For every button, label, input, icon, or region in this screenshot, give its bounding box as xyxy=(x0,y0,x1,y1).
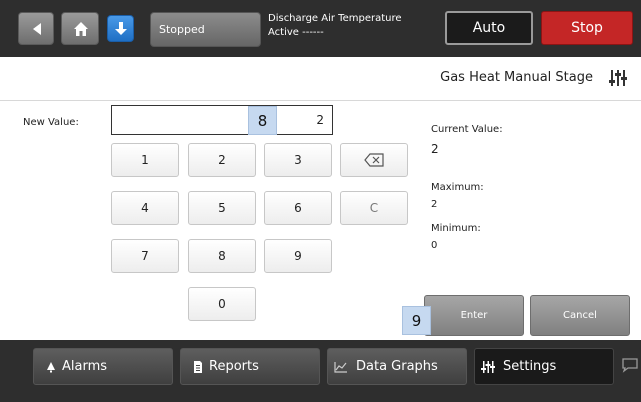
key-0[interactable]: 0 xyxy=(188,287,256,321)
maximum-value: 2 xyxy=(431,199,438,210)
key-8[interactable]: 8 xyxy=(188,239,256,273)
current-value: 2 xyxy=(431,142,439,156)
auto-button[interactable]: Auto xyxy=(445,11,533,45)
document-icon xyxy=(194,361,202,373)
enter-button[interactable]: Enter xyxy=(424,295,524,336)
key-9[interactable]: 9 xyxy=(264,239,332,273)
point-state: Active ------ xyxy=(268,27,324,38)
page-title: Gas Heat Manual Stage xyxy=(440,70,593,85)
new-value-input[interactable]: 2 xyxy=(111,105,333,135)
point-name: Discharge Air Temperature xyxy=(268,13,402,24)
top-bar: Stopped Discharge Air Temperature Active… xyxy=(0,0,641,57)
current-value-label: Current Value: xyxy=(431,124,503,135)
point-info: Discharge Air Temperature Active ------ xyxy=(268,12,402,40)
title-row: Gas Heat Manual Stage xyxy=(0,57,641,101)
key-7[interactable]: 7 xyxy=(111,239,179,273)
nav-label: Settings xyxy=(503,359,557,374)
nav-label: Alarms xyxy=(62,359,108,374)
download-arrow-icon xyxy=(115,22,127,35)
callout-marker: 8 xyxy=(248,106,277,135)
minimum-label: Minimum: xyxy=(431,223,481,234)
home-button[interactable] xyxy=(61,12,99,45)
key-1[interactable]: 1 xyxy=(111,143,179,177)
bell-icon xyxy=(47,362,55,373)
key-3[interactable]: 3 xyxy=(264,143,332,177)
key-2[interactable]: 2 xyxy=(188,143,256,177)
nav-label: Reports xyxy=(209,359,259,374)
chat-icon[interactable] xyxy=(622,357,638,373)
clear-button[interactable]: C xyxy=(340,191,408,225)
back-arrow-icon xyxy=(33,23,41,35)
new-value-label: New Value: xyxy=(23,117,79,128)
key-6[interactable]: 6 xyxy=(264,191,332,225)
settings-sliders-icon xyxy=(481,361,495,373)
back-button[interactable] xyxy=(18,12,54,45)
nav-reports[interactable]: Reports xyxy=(180,348,320,385)
bottom-nav: Alarms Reports Data Graphs Settings xyxy=(0,340,641,402)
stop-button[interactable]: Stop xyxy=(541,11,633,45)
unit-status[interactable]: Stopped xyxy=(150,12,261,47)
cancel-button[interactable]: Cancel xyxy=(530,295,630,336)
nav-label: Data Graphs xyxy=(356,359,438,374)
nav-alarms[interactable]: Alarms xyxy=(33,348,173,385)
backspace-button[interactable] xyxy=(340,143,408,177)
settings-sliders-icon xyxy=(609,70,627,86)
nav-settings[interactable]: Settings xyxy=(474,348,614,385)
download-button[interactable] xyxy=(107,15,134,42)
maximum-label: Maximum: xyxy=(431,182,484,193)
minimum-value: 0 xyxy=(431,240,438,251)
nav-data-graphs[interactable]: Data Graphs xyxy=(327,348,467,385)
main-content: Gas Heat Manual Stage New Value: 2 1 2 3… xyxy=(0,57,641,340)
key-5[interactable]: 5 xyxy=(188,191,256,225)
chart-icon xyxy=(334,362,347,373)
callout-marker: 9 xyxy=(402,306,431,335)
home-icon xyxy=(74,22,88,36)
backspace-icon xyxy=(364,153,384,167)
key-4[interactable]: 4 xyxy=(111,191,179,225)
